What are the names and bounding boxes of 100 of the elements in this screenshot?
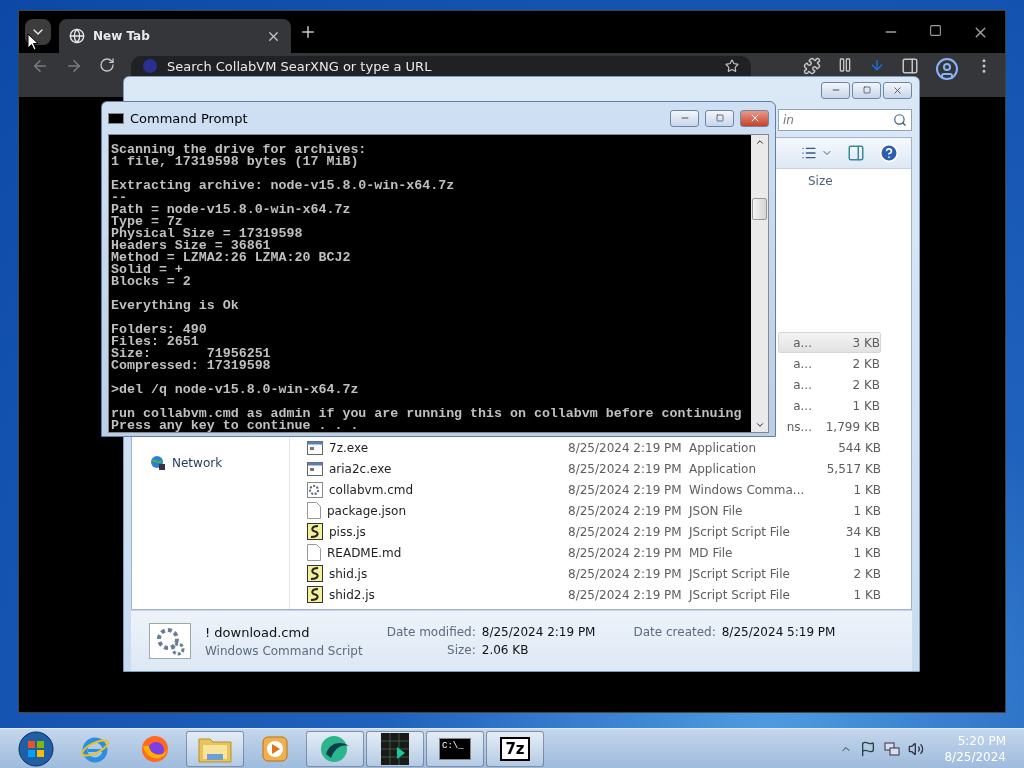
close-icon	[892, 84, 903, 96]
preview-pane-icon[interactable]	[847, 144, 865, 162]
window-title: Command Prompt	[130, 110, 249, 126]
console-logo: C:\_	[439, 737, 471, 760]
reload-icon[interactable]	[99, 57, 115, 73]
file-size: 1 KB	[852, 503, 881, 518]
download-icon[interactable]	[869, 57, 885, 73]
orb-icon	[319, 733, 351, 764]
file-row[interactable]: ns... 1,799 KB	[778, 416, 881, 437]
file-size: 2 KB	[851, 377, 880, 392]
console-line: Files: 2651	[111, 336, 200, 348]
detail-label: Size:	[446, 643, 476, 657]
nav-label: Network	[172, 456, 223, 470]
file-row[interactable]: aria2c.exe 8/25/2024 2:19 PM Application 5,517 KB	[290, 458, 880, 479]
taskbar-app[interactable]	[306, 730, 364, 767]
console-line: Method = LZMA2:26 LZMA:20 BCJ2	[111, 252, 352, 264]
browser-tab[interactable]: New Tab	[59, 19, 291, 53]
document-icon	[307, 544, 321, 561]
archive-logo: 7z	[500, 736, 530, 761]
scroll-thumb[interactable]	[752, 197, 767, 220]
console-line: Size: 71956251	[111, 348, 272, 360]
search-field[interactable]: in	[778, 109, 912, 131]
taskbar-app[interactable]: 7z	[486, 730, 544, 767]
gear-document-icon	[307, 481, 323, 498]
gear-document-icon	[149, 623, 191, 659]
column-header[interactable]: Size	[800, 174, 880, 188]
fox-globe-icon	[140, 733, 170, 764]
file-size: 1 KB	[852, 545, 881, 560]
file-type: a...	[792, 335, 813, 350]
tab-title: New Tab	[93, 29, 151, 43]
help-icon[interactable]	[879, 143, 899, 163]
close-button[interactable]	[883, 81, 912, 99]
play-icon	[261, 734, 289, 763]
file-date: 8/25/2024 2:19 PM	[568, 566, 682, 581]
new-tab-button[interactable]	[299, 23, 317, 41]
file-row[interactable]: piss.js 8/25/2024 2:19 PM JScript Script File 34 KB	[290, 521, 880, 542]
file-size: 1 KB	[852, 482, 881, 497]
document-icon	[307, 502, 321, 519]
profile-icon[interactable]	[935, 57, 959, 81]
file-row[interactable]: a... 1 KB	[778, 395, 881, 416]
file-date: 8/25/2024 2:19 PM	[568, 440, 682, 455]
globe-icon	[69, 28, 85, 44]
file-row[interactable]: 7z.exe 8/25/2024 2:19 PM Application 544 KB	[290, 437, 880, 458]
pause-icon[interactable]	[837, 57, 853, 73]
extensions-icon[interactable]	[803, 57, 821, 75]
address-bar[interactable]: Search CollabVM SearXNG or type a URL	[131, 56, 751, 76]
nav-item[interactable]: Network	[132, 453, 289, 473]
file-row[interactable]: shid2.js 8/25/2024 2:19 PM JScript Script File 1 KB	[290, 584, 880, 605]
file-size: 2 KB	[851, 356, 880, 371]
scroll-down-icon[interactable]	[754, 420, 765, 430]
console-line: Type = 7z	[111, 216, 183, 228]
detail-value: 2.06 KB	[481, 643, 530, 657]
search-icon	[893, 113, 907, 127]
file-row[interactable]: shid.js 8/25/2024 2:19 PM JScript Script File 2 KB	[290, 563, 880, 584]
file-size: 1,799 KB	[824, 419, 880, 434]
flag-icon[interactable]	[860, 740, 877, 757]
application-icon	[307, 461, 323, 476]
file-type: MD File	[689, 545, 734, 560]
back-icon[interactable]	[31, 57, 49, 75]
file-date: 8/25/2024 2:19 PM	[568, 461, 682, 476]
maximize-icon	[862, 86, 871, 94]
file-name: piss.js	[329, 524, 366, 539]
maximize-button[interactable]	[852, 81, 881, 99]
scroll-up-icon[interactable]	[754, 137, 765, 147]
taskbar-app[interactable]: C:\_	[426, 730, 484, 767]
minimize-button[interactable]	[670, 109, 699, 127]
maximize-icon	[715, 114, 724, 122]
file-row[interactable]: package.json 8/25/2024 2:19 PM JSON File 1 KB	[290, 500, 880, 521]
network-globe-icon	[150, 455, 166, 471]
grid-arrow-icon	[381, 732, 409, 765]
file-name: README.md	[327, 545, 402, 560]
forward-icon[interactable]	[65, 57, 83, 75]
file-row[interactable]: a... 2 KB	[778, 374, 881, 395]
scrollbar[interactable]	[751, 135, 768, 432]
maximize-button[interactable]	[705, 109, 734, 127]
taskbar-app[interactable]	[366, 730, 424, 767]
maximize-icon[interactable]	[929, 23, 942, 37]
file-name: package.json	[327, 503, 406, 518]
detail-label: Date modified:	[386, 625, 476, 639]
file-name: 7z.exe	[329, 440, 369, 455]
console-line: --	[111, 192, 127, 204]
network-icon[interactable]	[884, 740, 901, 757]
console-line: 1 file, 17319598 bytes (17 MiB)	[111, 156, 360, 168]
file-type: JSON File	[689, 503, 744, 518]
file-date: 8/25/2024 2:19 PM	[568, 545, 682, 560]
file-row[interactable]: a... 2 KB	[778, 353, 881, 374]
file-row[interactable]: README.md 8/25/2024 2:19 PM MD File 1 KB	[290, 542, 880, 563]
file-row[interactable]: a... 3 KB	[778, 332, 881, 353]
console-line: Extracting archive: node-v15.8.0-win-x64.7z	[111, 180, 456, 192]
application-icon	[307, 440, 323, 455]
minimize-button[interactable]	[821, 81, 850, 99]
bookmark-star-icon[interactable]	[725, 59, 739, 73]
console-line: >del /q node-v15.8.0-win-x64.7z	[111, 384, 360, 396]
side-panel-icon[interactable]	[901, 57, 919, 75]
close-button[interactable]	[740, 109, 769, 127]
console-line: Folders: 490	[111, 324, 208, 336]
file-row[interactable]: collabvm.cmd 8/25/2024 2:19 PM Windows Comma... 1 KB	[290, 479, 880, 500]
console-line: Scanning the drive for archives:	[111, 144, 368, 156]
view-options-button[interactable]	[801, 145, 833, 161]
file-type: Windows Command Script	[205, 643, 363, 658]
